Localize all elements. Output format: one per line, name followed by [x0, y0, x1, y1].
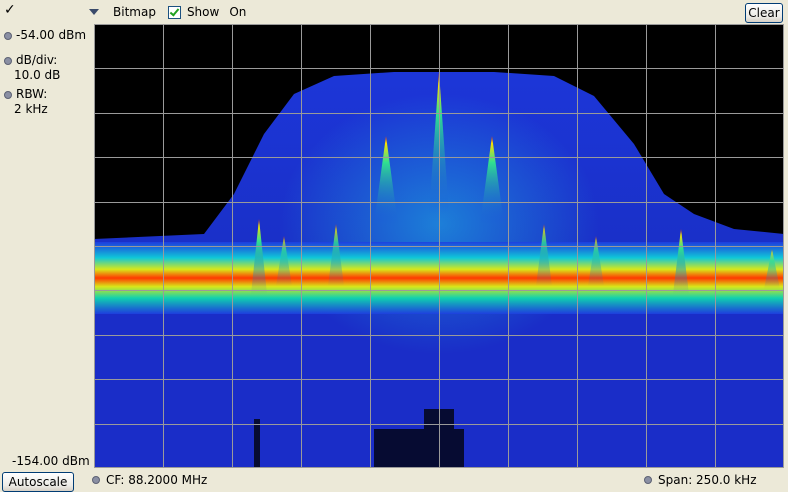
spectrum-bitmap-plot[interactable] [94, 24, 784, 468]
bottom-level: -154.00 dBm [12, 454, 90, 468]
show-state: On [229, 5, 247, 19]
spectrum-svg [94, 24, 784, 468]
dropdown-arrow-icon[interactable] [89, 9, 99, 15]
clear-button[interactable]: Clear [745, 3, 783, 23]
show-label: Show [186, 5, 220, 19]
toolbar: Bitmap Show On [86, 3, 246, 21]
span-item[interactable]: Span: 250.0 kHz [644, 473, 757, 487]
rbw-label: RBW: [16, 87, 48, 101]
ref-level-item[interactable]: -54.00 dBm [4, 28, 86, 42]
ref-level-dot-icon[interactable] [4, 32, 12, 40]
show-checkbox[interactable] [167, 5, 181, 19]
db-div-dot-icon[interactable] [4, 57, 12, 65]
cf-item[interactable]: CF: 88.2000 MHz [92, 473, 207, 487]
check-icon[interactable]: ✓ [4, 2, 16, 18]
ref-level: -54.00 dBm [16, 28, 87, 42]
rbw-value: 2 kHz [14, 102, 48, 116]
span-dot-icon[interactable] [644, 476, 652, 484]
db-div-item[interactable]: dB/div: [4, 53, 57, 67]
center-frequency: CF: 88.2000 MHz [106, 473, 208, 487]
autoscale-button[interactable]: Autoscale [2, 472, 74, 492]
display-mode-label: Bitmap [113, 5, 156, 19]
rbw-item[interactable]: RBW: [4, 87, 47, 101]
span: Span: 250.0 kHz [658, 473, 757, 487]
cf-dot-icon[interactable] [92, 476, 100, 484]
rbw-dot-icon[interactable] [4, 91, 12, 99]
db-div-value: 10.0 dB [14, 68, 61, 82]
db-div-label: dB/div: [16, 53, 58, 67]
